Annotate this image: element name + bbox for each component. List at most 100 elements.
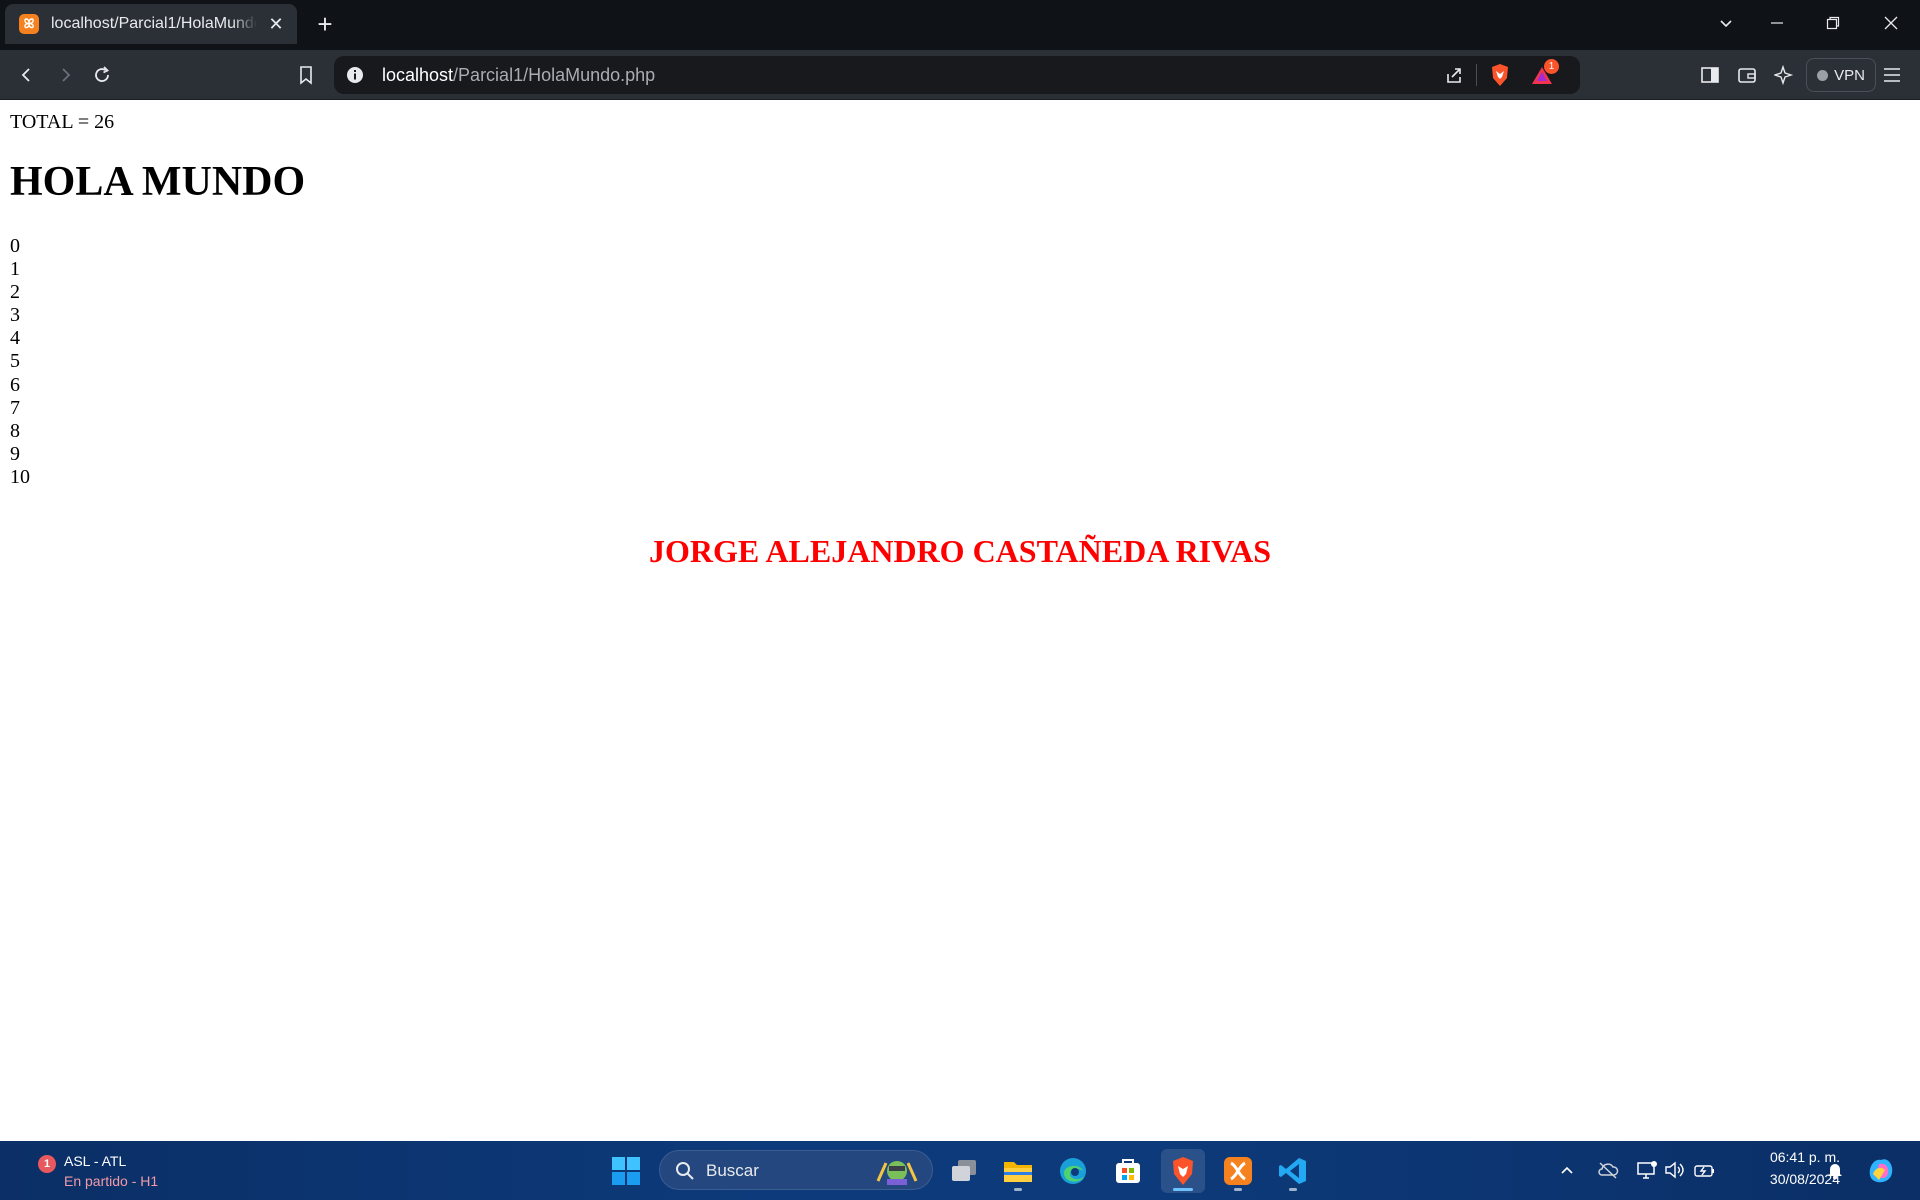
back-button[interactable] [10, 60, 44, 90]
number-list-item: 9 [10, 442, 20, 465]
search-highlight-icon [876, 1161, 918, 1185]
close-icon [1884, 16, 1898, 30]
store-button[interactable] [1106, 1149, 1150, 1193]
speaker-icon [1665, 1161, 1684, 1179]
chevron-down-icon [1720, 20, 1732, 28]
number-list-item: 3 [10, 304, 20, 327]
battery-charging-icon [1694, 1165, 1714, 1177]
search-label: Buscar [706, 1161, 759, 1180]
number-list-item: 4 [10, 327, 20, 350]
omnibox-divider [1476, 64, 1477, 86]
minimize-icon [1771, 22, 1783, 24]
bookmark-icon [300, 66, 312, 85]
notifications-button[interactable] [1822, 1157, 1848, 1183]
address-bar[interactable]: localhost/Parcial1/HolaMundo.php 1 [334, 56, 1580, 94]
cloud-off-icon [1598, 1162, 1619, 1179]
folder-icon [1004, 1162, 1032, 1182]
brave-button[interactable] [1161, 1149, 1205, 1193]
file-explorer-button[interactable] [996, 1149, 1040, 1193]
vpn-status-icon [1817, 69, 1829, 81]
running-indicator [1234, 1188, 1242, 1191]
number-list-item: 2 [10, 281, 20, 304]
start-button[interactable] [604, 1149, 648, 1193]
edge-browser-icon [1060, 1158, 1086, 1184]
taskbar-search[interactable]: Buscar [659, 1150, 933, 1190]
windows-taskbar: 1 ASL - ATL En partido - H1 Buscar 06:41… [0, 1141, 1920, 1200]
search-icon [676, 1162, 694, 1180]
new-tab-button[interactable]: + [312, 10, 338, 40]
rewards-badge: 1 [1544, 59, 1559, 74]
url-host: localhost [382, 65, 454, 85]
sidebar-button[interactable] [1693, 60, 1727, 90]
restore-icon [1826, 16, 1840, 30]
onedrive-tray[interactable] [1595, 1157, 1621, 1183]
vpn-label: VPN [1834, 66, 1865, 84]
show-hidden-icons-button[interactable] [1554, 1157, 1580, 1183]
page-heading: HOLA MUNDO [10, 159, 306, 205]
number-list-item: 5 [10, 350, 20, 373]
sports-widget[interactable]: 1 ASL - ATL En partido - H1 [38, 1149, 198, 1193]
url-text[interactable]: localhost/Parcial1/HolaMundo.php [382, 65, 655, 86]
bell-icon [1828, 1164, 1842, 1180]
site-info-icon[interactable] [346, 66, 364, 84]
chevron-up-icon [1561, 1166, 1573, 1174]
restore-button[interactable] [1813, 8, 1853, 42]
network-icon [1637, 1161, 1657, 1179]
page-content: TOTAL = 26 HOLA MUNDO 0 1 2 3 4 5 6 7 8 9 10 JORGE… [0, 101, 1920, 1141]
running-indicator [1289, 1188, 1297, 1191]
arrow-right-icon [62, 68, 71, 82]
windows-logo-icon [612, 1157, 640, 1185]
brave-shields-icon[interactable] [1489, 63, 1511, 87]
url-path: /Parcial1/HolaMundo.php [453, 65, 656, 85]
store-icon [1116, 1159, 1140, 1183]
browser-tab[interactable]: ꕤ localhost/Parcial1/HolaMundo.php ✕ [5, 4, 297, 44]
browser-toolbar: localhost/Parcial1/HolaMundo.php 1 VPN [0, 50, 1920, 100]
reload-button[interactable] [85, 60, 119, 90]
minimize-button[interactable] [1757, 8, 1797, 42]
number-list: 0 1 2 3 4 5 6 7 8 9 10 [10, 235, 30, 489]
widget-subtitle: En partido - H1 [64, 1173, 159, 1189]
author-name: JORGE ALEJANDRO CASTAÑEDA RIVAS [648, 533, 1272, 569]
number-list-item: 10 [10, 465, 30, 488]
tab-close-icon[interactable]: ✕ [265, 14, 287, 35]
xampp-favicon-icon: ꕤ [19, 14, 39, 34]
active-indicator [1173, 1188, 1193, 1191]
xampp-button[interactable] [1216, 1149, 1260, 1193]
task-view-icon [952, 1160, 976, 1181]
volume-tray[interactable] [1662, 1157, 1688, 1183]
hamburger-menu-icon [1884, 68, 1900, 82]
copilot-icon [1869, 1159, 1893, 1183]
number-list-item: 0 [10, 235, 20, 257]
vscode-button[interactable] [1271, 1149, 1315, 1193]
arrow-left-icon [21, 68, 30, 82]
widget-title: ASL - ATL [64, 1153, 127, 1169]
wallet-button[interactable] [1730, 60, 1764, 90]
close-window-button[interactable] [1871, 8, 1911, 42]
battery-tray[interactable] [1692, 1157, 1718, 1183]
number-list-item: 8 [10, 419, 20, 442]
brave-browser-icon [1173, 1157, 1193, 1185]
leo-ai-button[interactable] [1767, 60, 1801, 90]
xampp-icon [1224, 1157, 1252, 1185]
total-text: TOTAL = 26 [10, 111, 115, 133]
number-list-item: 7 [10, 396, 20, 419]
wallet-icon [1738, 68, 1756, 83]
copilot-button[interactable] [1864, 1153, 1898, 1187]
tab-search-button[interactable] [1706, 8, 1746, 42]
main-menu-button[interactable] [1875, 60, 1909, 90]
running-indicator [1014, 1188, 1022, 1191]
vpn-button[interactable]: VPN [1806, 58, 1876, 92]
number-list-item: 1 [10, 258, 20, 281]
edge-button[interactable] [1051, 1149, 1095, 1193]
bookmark-button[interactable] [289, 60, 323, 90]
network-tray[interactable] [1634, 1157, 1660, 1183]
sparkle-icon [1774, 65, 1794, 85]
share-icon[interactable] [1444, 65, 1464, 85]
tab-title: localhost/Parcial1/HolaMundo.php [51, 15, 257, 32]
task-view-button[interactable] [942, 1149, 986, 1193]
browser-tab-strip: ꕤ localhost/Parcial1/HolaMundo.php ✕ + [0, 0, 1920, 50]
reload-icon [95, 66, 110, 82]
sidebar-icon [1701, 67, 1719, 83]
number-list-item: 6 [10, 373, 20, 396]
forward-button[interactable] [48, 60, 82, 90]
